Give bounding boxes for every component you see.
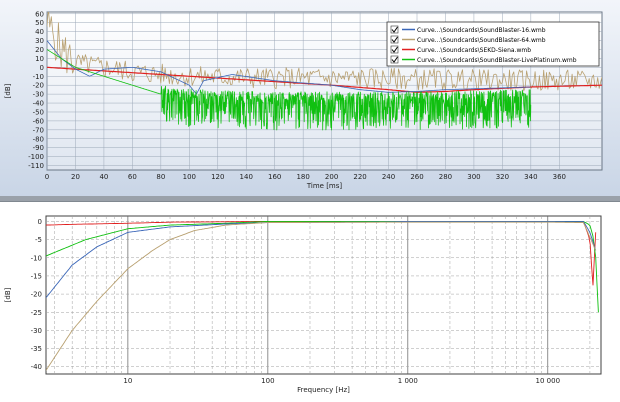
frequency-response-chart[interactable]: 10 100 1 000 10 000 0 -5 -10 -15 -20 -25 -30 -35 -40… <box>0 202 620 402</box>
x-axis-label: Frequency [Hz] <box>297 386 350 394</box>
impulse-response-panel: 0 20 40 60 80 100 120 140 160 180 200 220 240 260 280 3… <box>0 0 620 196</box>
y-tick-label: -25 <box>31 309 42 317</box>
y-tick-label: -100 <box>28 153 44 161</box>
y-tick-label: -20 <box>33 82 44 90</box>
legend-label: Curve...\Soundcards\SoundBlaster-16.wmb <box>417 27 546 34</box>
y-tick-label: -5 <box>35 236 42 244</box>
y-tick-label: -90 <box>33 144 44 152</box>
x-tick-label: 340 <box>524 173 537 181</box>
y-tick-label: 60 <box>35 10 44 18</box>
x-tick-label: 240 <box>382 173 395 181</box>
y-tick-label: 0 <box>40 64 44 72</box>
y-tick-label: -30 <box>31 327 42 335</box>
x-tick-label: 10 000 <box>536 377 561 385</box>
y-tick-label: -50 <box>33 108 44 116</box>
y-tick-label: -110 <box>28 162 44 170</box>
y-axis-label: [dB] <box>4 287 12 302</box>
x-tick-label: 360 <box>553 173 566 181</box>
x-tick-label: 10 <box>123 377 132 385</box>
y-tick-label: -10 <box>31 254 42 262</box>
impulse-response-chart[interactable]: 0 20 40 60 80 100 120 140 160 180 200 220 240 260 280 3… <box>0 0 620 196</box>
x-tick-label: 200 <box>325 173 338 181</box>
legend: Curve...\Soundcards\SoundBlaster-16.wmb C… <box>386 21 600 67</box>
y-tick-label: -10 <box>33 73 44 81</box>
x-tick-label: 280 <box>439 173 452 181</box>
y-tick-label: 20 <box>35 46 44 54</box>
y-tick-label: -80 <box>33 135 44 143</box>
y-tick-label: -15 <box>31 272 42 280</box>
x-tick-label: 1 000 <box>398 377 418 385</box>
y-tick-label: 30 <box>35 37 44 45</box>
legend-label: Curve...\Soundcards\SEKD-Siena.wmb <box>417 47 531 54</box>
x-tick-label: 320 <box>496 173 509 181</box>
legend-label: Curve...\Soundcards\SoundBlaster-64.wmb <box>417 37 546 44</box>
x-tick-label: 0 <box>45 173 49 181</box>
x-tick-label: 40 <box>99 173 108 181</box>
y-tick-label: 0 <box>38 218 42 226</box>
x-tick-label: 20 <box>71 173 80 181</box>
x-tick-label: 160 <box>268 173 281 181</box>
frequency-response-panel: 10 100 1 000 10 000 0 -5 -10 -15 -20 -25 -30 -35 -40… <box>0 201 620 402</box>
x-axis-label: Time [ms] <box>306 182 343 190</box>
y-tick-label: 40 <box>35 28 44 36</box>
y-tick-label: 50 <box>35 19 44 27</box>
y-tick-label: 10 <box>35 55 44 63</box>
y-tick-label: -70 <box>33 126 44 134</box>
x-tick-label: 220 <box>353 173 366 181</box>
y-tick-label: -30 <box>33 91 44 99</box>
x-tick-label: 300 <box>467 173 480 181</box>
y-tick-label: -35 <box>31 345 42 353</box>
x-tick-label: 180 <box>296 173 309 181</box>
x-tick-label: 60 <box>128 173 137 181</box>
x-tick-label: 100 <box>183 173 196 181</box>
x-tick-label: 260 <box>410 173 423 181</box>
x-tick-label: 140 <box>240 173 253 181</box>
x-tick-label: 100 <box>261 377 274 385</box>
y-tick-label: -40 <box>31 363 42 371</box>
x-tick-label: 120 <box>211 173 224 181</box>
legend-label: Curve...\Soundcards\SoundBlaster-LivePla… <box>417 57 577 64</box>
y-axis-label: [dB] <box>4 83 12 98</box>
y-tick-label: -20 <box>31 291 42 299</box>
app-window: 0 20 40 60 80 100 120 140 160 180 200 220 240 260 280 3… <box>0 0 620 402</box>
y-tick-label: -40 <box>33 100 44 108</box>
x-tick-label: 80 <box>156 173 165 181</box>
y-tick-label: -60 <box>33 117 44 125</box>
